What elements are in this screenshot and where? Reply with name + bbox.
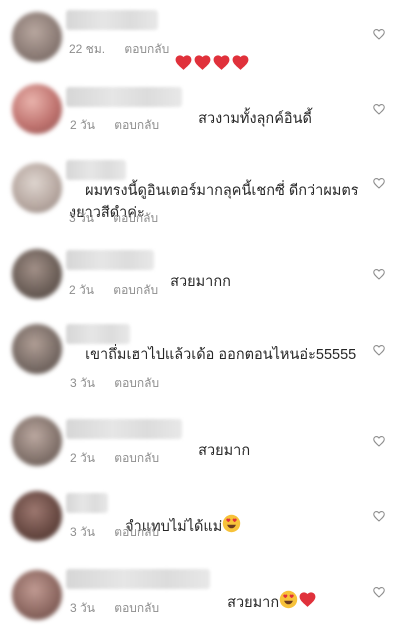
comment-meta: 22 ชม. ตอบกลับ [69,40,169,59]
avatar[interactable] [12,491,62,541]
username-blurred[interactable] [66,419,182,439]
comment-text-content: สวยมากก [170,274,231,290]
comment-meta: 3 วัน ตอบกลับ [69,209,158,228]
comment-time: 2 วัน [70,451,95,465]
like-heart-icon[interactable] [372,343,386,357]
username-blurred[interactable] [66,493,108,513]
reply-button[interactable]: ตอบกลับ [113,211,158,225]
like-heart-icon[interactable] [372,176,386,190]
comment-time: 2 วัน [70,118,95,132]
comment-text: สวงามทั้งลุกค์อินดี้ [182,86,312,152]
like-heart-icon[interactable] [372,509,386,523]
comment-time: 3 วัน [69,211,94,225]
comment-text: ผมทรงนี้ดูอินเตอร์มากลุคนี้เชกซี่ ดีกว่า… [69,158,365,246]
comment-text-content: สวยมาก [227,595,280,611]
username-blurred[interactable] [66,10,158,30]
comment-meta: 2 วัน ตอบกลับ [70,449,159,468]
like-heart-icon[interactable] [372,585,386,599]
comment-text-content: เขาถึ่มเฮาไปแล้วเด้อ ออกตอนไหนอ่ะ55555 [85,347,357,363]
avatar[interactable] [12,84,62,134]
username-blurred[interactable] [66,250,154,270]
comment-text: สวยมากก [154,249,231,315]
comment-text: สวยมาก [182,418,250,484]
comment-text-content: สวยมาก [198,443,251,459]
username-blurred[interactable] [66,569,210,589]
avatar[interactable] [12,12,62,62]
reply-button[interactable]: ตอบกลับ [114,376,159,390]
reply-button[interactable]: ตอบกลับ [113,283,158,297]
reply-button[interactable]: ตอบกลับ [114,451,159,465]
comment-meta: 2 วัน ตอบกลับ [69,281,158,300]
comment-time: 22 ชม. [69,42,106,56]
comment-time: 3 วัน [70,601,95,615]
comment-meta: 3 วัน ตอบกลับ [70,523,159,542]
reply-button[interactable]: ตอบกลับ [114,525,159,539]
reply-button[interactable]: ตอบกลับ [124,42,169,56]
reply-button[interactable]: ตอบกลับ [114,601,159,615]
comment-time: 2 วัน [69,283,94,297]
comment-meta: 2 วัน ตอบกลับ [70,116,159,135]
like-heart-icon[interactable] [372,102,386,116]
comment-time: 3 วัน [70,525,95,539]
like-heart-icon[interactable] [372,27,386,41]
comment-text: สวยมาก [211,568,317,638]
avatar[interactable] [12,416,62,466]
heart-emoji-icon [174,53,250,79]
comment-text-content: สวงามทั้งลุกค์อินดี้ [198,111,312,127]
like-heart-icon[interactable] [372,267,386,281]
avatar[interactable] [12,249,62,299]
avatar[interactable] [12,163,62,213]
heart-eyes-emoji-icon [222,514,241,540]
avatar[interactable] [12,570,62,620]
avatar[interactable] [12,324,62,374]
comment-meta: 3 วัน ตอบกลับ [70,374,159,393]
comment-meta: 3 วัน ตอบกลับ [70,599,159,618]
heart-eyes-emoji-icon [279,590,298,616]
username-blurred[interactable] [66,87,182,107]
heart-emoji-icon [298,590,317,616]
comment-time: 3 วัน [70,376,95,390]
like-heart-icon[interactable] [372,434,386,448]
reply-button[interactable]: ตอบกลับ [114,118,159,132]
